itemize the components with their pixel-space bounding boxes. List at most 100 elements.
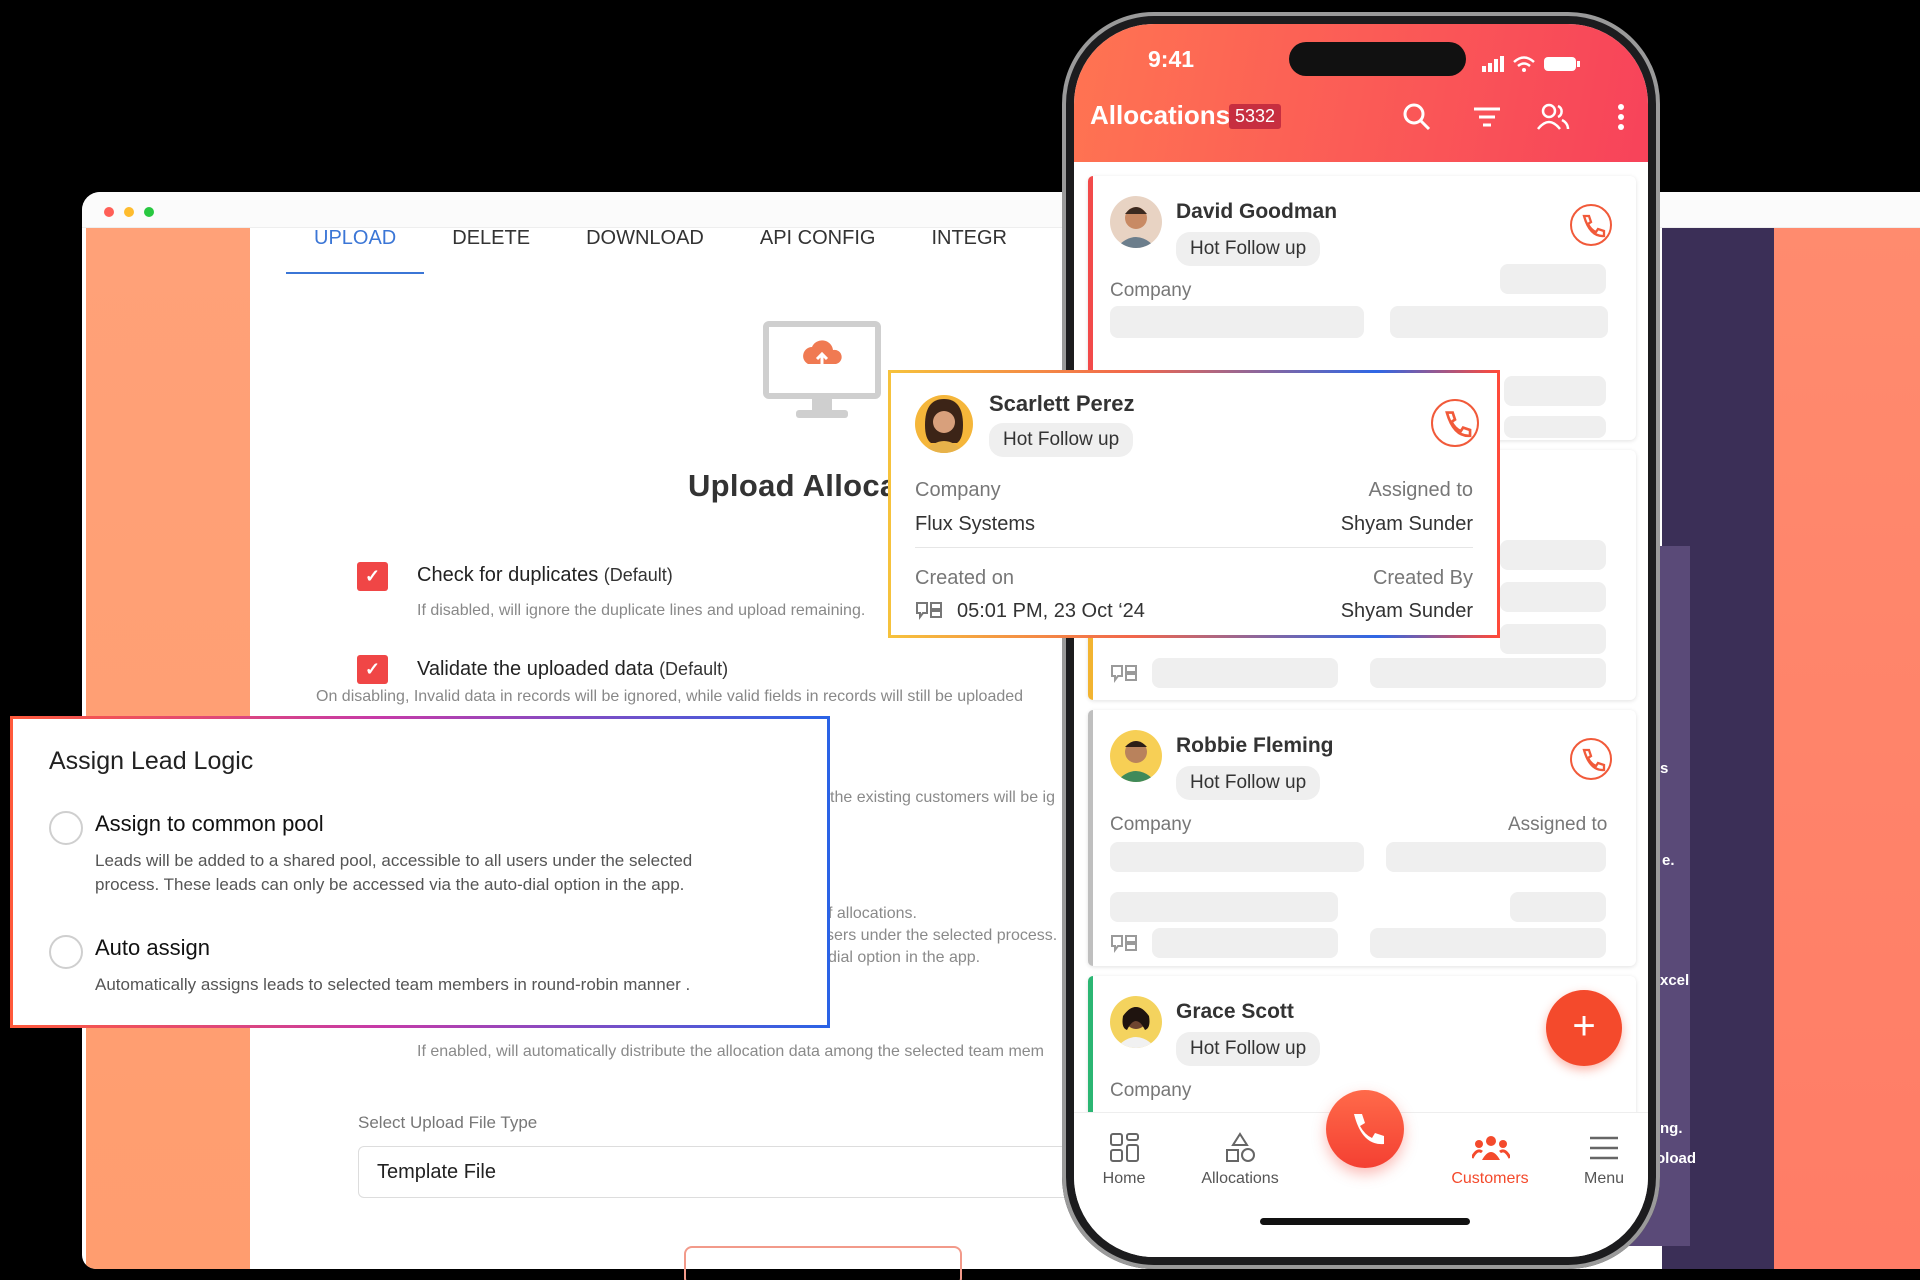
nav-home[interactable]: Home [1074,1170,1174,1188]
assign-logic-title: Assign Lead Logic [49,747,254,775]
close-window-icon[interactable] [104,207,114,217]
dynamic-island [1289,42,1466,76]
validate-data-desc: On disabling, Invalid data in records wi… [316,688,1024,705]
tab-delete[interactable]: DELETE [424,228,558,274]
lead-name: Scarlett Perez [989,391,1135,416]
validate-data-checkbox[interactable]: ✓ [357,655,388,684]
shapes-icon[interactable] [1224,1132,1256,1164]
created-by-value: Shyam Sunder [1340,600,1473,622]
minimize-window-icon[interactable] [124,207,134,217]
option-default-tag: (Default) [603,565,673,585]
allocations-title: Allocations [1090,100,1231,130]
home-grid-icon[interactable] [1109,1132,1141,1164]
skeleton [1500,540,1606,570]
option-label-text: Validate the uploaded data [417,658,654,680]
right-orange-strip [1774,228,1920,1269]
tab-integrations[interactable]: INTEGR [903,228,1035,274]
menu-icon[interactable] [1588,1134,1620,1162]
status-chip: Hot Follow up [1176,1032,1321,1066]
status-icons [1482,56,1580,72]
composite-scene: s e. xcel ng. oload UPLOAD DELETE DOWNLO… [0,0,1920,1280]
download-template-button[interactable] [684,1246,962,1280]
center-call-button[interactable] [1326,1090,1404,1168]
contact-name: David Goodman [1176,200,1338,223]
upload-tabs: UPLOAD DELETE DOWNLOAD API CONFIG INTEGR [286,228,1035,274]
app-header: 9:41 Allocations 5332 [1074,24,1648,162]
nav-menu[interactable]: Menu [1554,1170,1654,1188]
company-label: Company [1110,1080,1192,1101]
check-duplicates-checkbox[interactable]: ✓ [357,562,388,591]
tab-upload[interactable]: UPLOAD [286,228,425,274]
check-duplicates-desc: If disabled, will ignore the duplicate l… [417,602,866,619]
home-indicator [1260,1218,1470,1225]
skeleton [1152,928,1338,958]
more-vertical-icon[interactable] [1604,100,1638,134]
skeleton [1110,842,1364,872]
users-icon[interactable] [1536,100,1570,134]
call-button[interactable] [1431,399,1479,447]
option-default-tag: (Default) [659,659,729,679]
lead-status-chip: Hot Follow up [989,423,1134,457]
message-icon [916,602,942,620]
nav-customers[interactable]: Customers [1440,1170,1540,1188]
skeleton [1504,416,1606,438]
assigned-value: Shyam Sunder [1340,513,1473,535]
add-allocation-button[interactable]: + [1546,990,1622,1066]
assign-lead-logic-card: Assign Lead Logic Assign to common pool … [10,716,830,1028]
lead-detail-card[interactable]: Scarlett Perez Hot Follow up Company Ass… [888,370,1500,638]
existing-customers-text: the existing customers will be ig [830,789,1055,806]
message-icon [1111,935,1137,953]
phone-icon [1354,1114,1384,1145]
file-type-select[interactable]: Template File [358,1146,1098,1198]
right-fragment: oload [1656,1150,1696,1167]
common-pool-radio[interactable] [49,811,83,845]
card-status-edge [1088,710,1093,966]
filter-icon[interactable] [1470,100,1504,134]
avatar [1110,996,1162,1048]
company-label: Company [1110,280,1192,301]
common-pool-label[interactable]: Assign to common pool [95,811,324,837]
created-on-label: Created on [915,567,1014,589]
skeleton [1500,264,1606,294]
tab-api-config[interactable]: API CONFIG [732,228,904,274]
auto-assign-label[interactable]: Auto assign [95,935,210,961]
skeleton [1370,928,1606,958]
created-on-value: 05:01 PM, 23 Oct ‘24 [957,600,1145,622]
skeleton [1500,582,1606,612]
dial-option-text: dial option in the app. [828,949,981,966]
upload-title: Upload Alloca [688,468,898,503]
allocation-card[interactable]: Robbie Fleming Hot Follow up Company Ass… [1088,710,1636,966]
tab-download[interactable]: DOWNLOAD [558,228,732,274]
avatar [1110,196,1162,248]
skeleton [1370,658,1606,688]
auto-assign-desc: Automatically assigns leads to selected … [95,975,691,994]
skeleton [1500,624,1606,654]
validate-data-label: Validate the uploaded data (Default) [417,658,728,681]
phone-screen: 9:41 Allocations 5332 David Goodman Hot … [1074,24,1648,1257]
nav-allocations[interactable]: Allocations [1190,1170,1290,1188]
skeleton [1110,306,1364,338]
divider [915,547,1473,548]
search-icon[interactable] [1400,100,1434,134]
auto-distribute-desc: If enabled, will automatically distribut… [417,1043,1045,1060]
customers-icon[interactable] [1472,1134,1510,1162]
maximize-window-icon[interactable] [144,207,154,217]
company-value: Flux Systems [915,513,1036,535]
call-button[interactable] [1570,738,1612,780]
right-fragment: e. [1662,852,1675,869]
skeleton [1390,306,1608,338]
option-label-text: Check for duplicates [417,564,599,586]
call-button[interactable] [1570,204,1612,246]
auto-assign-radio[interactable] [49,935,83,969]
skeleton [1386,842,1606,872]
right-fragment: ng. [1660,1120,1683,1137]
avatar [915,395,973,453]
contact-name: Grace Scott [1176,1000,1294,1023]
check-duplicates-label: Check for duplicates (Default) [417,564,673,587]
assigned-label: Assigned to [1508,814,1608,835]
company-label: Company [915,479,1001,501]
skeleton [1504,376,1606,406]
created-by-label: Created By [1372,567,1473,589]
right-fragment: s [1660,760,1669,777]
allocations-count-badge: 5332 [1229,104,1282,129]
